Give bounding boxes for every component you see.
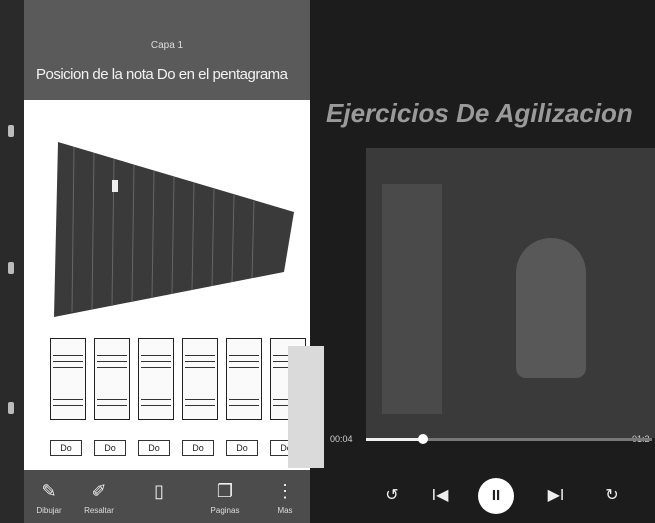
progress-knob[interactable] (418, 434, 429, 444)
eraser-button[interactable]: ▯ (134, 470, 184, 523)
note-label: Do (182, 440, 214, 456)
forward-10-button[interactable]: ↻ (594, 478, 630, 514)
eraser-icon: ▯ (154, 481, 164, 501)
edge-tab-icon[interactable] (8, 402, 14, 414)
document-header: Capa 1 Posicion de la nota Do en el pent… (24, 0, 310, 100)
edge-tab-icon[interactable] (8, 125, 14, 137)
note-label: Do (50, 440, 82, 456)
document-subtitle: Capa 1 (150, 40, 184, 51)
pause-button[interactable]: II (478, 478, 514, 514)
pages-icon: ❐ (216, 481, 234, 501)
elapsed-time: 00:04 (330, 434, 353, 444)
pencil-icon: ✎ (41, 481, 57, 501)
video-title: Ejercicios De Agilizacion (326, 98, 633, 128)
pause-icon: II (491, 487, 501, 504)
video-scene-person (516, 238, 586, 378)
note-label: Do (138, 440, 170, 456)
previous-button[interactable]: I◀ (422, 478, 458, 514)
highlighter-icon: ✐ (91, 481, 107, 501)
forward-10-icon: ↻ (605, 487, 619, 504)
staff-2 (94, 338, 130, 420)
note-label: Do (94, 440, 126, 456)
staff-3 (138, 338, 174, 420)
previous-icon: I◀ (431, 487, 449, 504)
video-player: Ejercicios De Agilizacion 00:04 01:2 ↺ I… (310, 0, 655, 523)
draw-button[interactable]: ✎ Dibujar (24, 470, 74, 523)
pages-button[interactable]: ❐ Paginas (200, 470, 250, 523)
rewind-10-icon: ↺ (385, 487, 399, 504)
next-icon: ▶I (547, 487, 565, 504)
note-label: Do (226, 440, 258, 456)
video-scene-door (382, 184, 442, 414)
staff-examples (50, 338, 306, 420)
progress-track[interactable] (366, 438, 652, 441)
next-button[interactable]: ▶I (538, 478, 574, 514)
more-button[interactable]: ⋮ Mas (260, 470, 310, 523)
progress-fill (366, 438, 424, 441)
left-edge-bar (0, 0, 24, 523)
rewind-10-button[interactable]: ↺ (374, 478, 410, 514)
staff-1 (50, 338, 86, 420)
video-frame[interactable] (366, 148, 655, 438)
staff-5 (226, 338, 262, 420)
document-title: Posicion de la nota Do en el pentagrama (36, 66, 288, 83)
staff-4 (182, 338, 218, 420)
highlight-button[interactable]: ✐ Resaltar (74, 470, 124, 523)
edge-handle-icon[interactable] (8, 262, 14, 274)
more-icon: ⋮ (276, 481, 294, 501)
document-panel: Capa 1 Posicion de la nota Do en el pent… (24, 0, 310, 523)
side-thumbnail[interactable] (288, 346, 324, 468)
document-toolbar: ✎ Dibujar ✐ Resaltar ▯ ❐ Paginas ⋮ Mas (24, 470, 310, 523)
xylophone-illustration (54, 142, 294, 317)
